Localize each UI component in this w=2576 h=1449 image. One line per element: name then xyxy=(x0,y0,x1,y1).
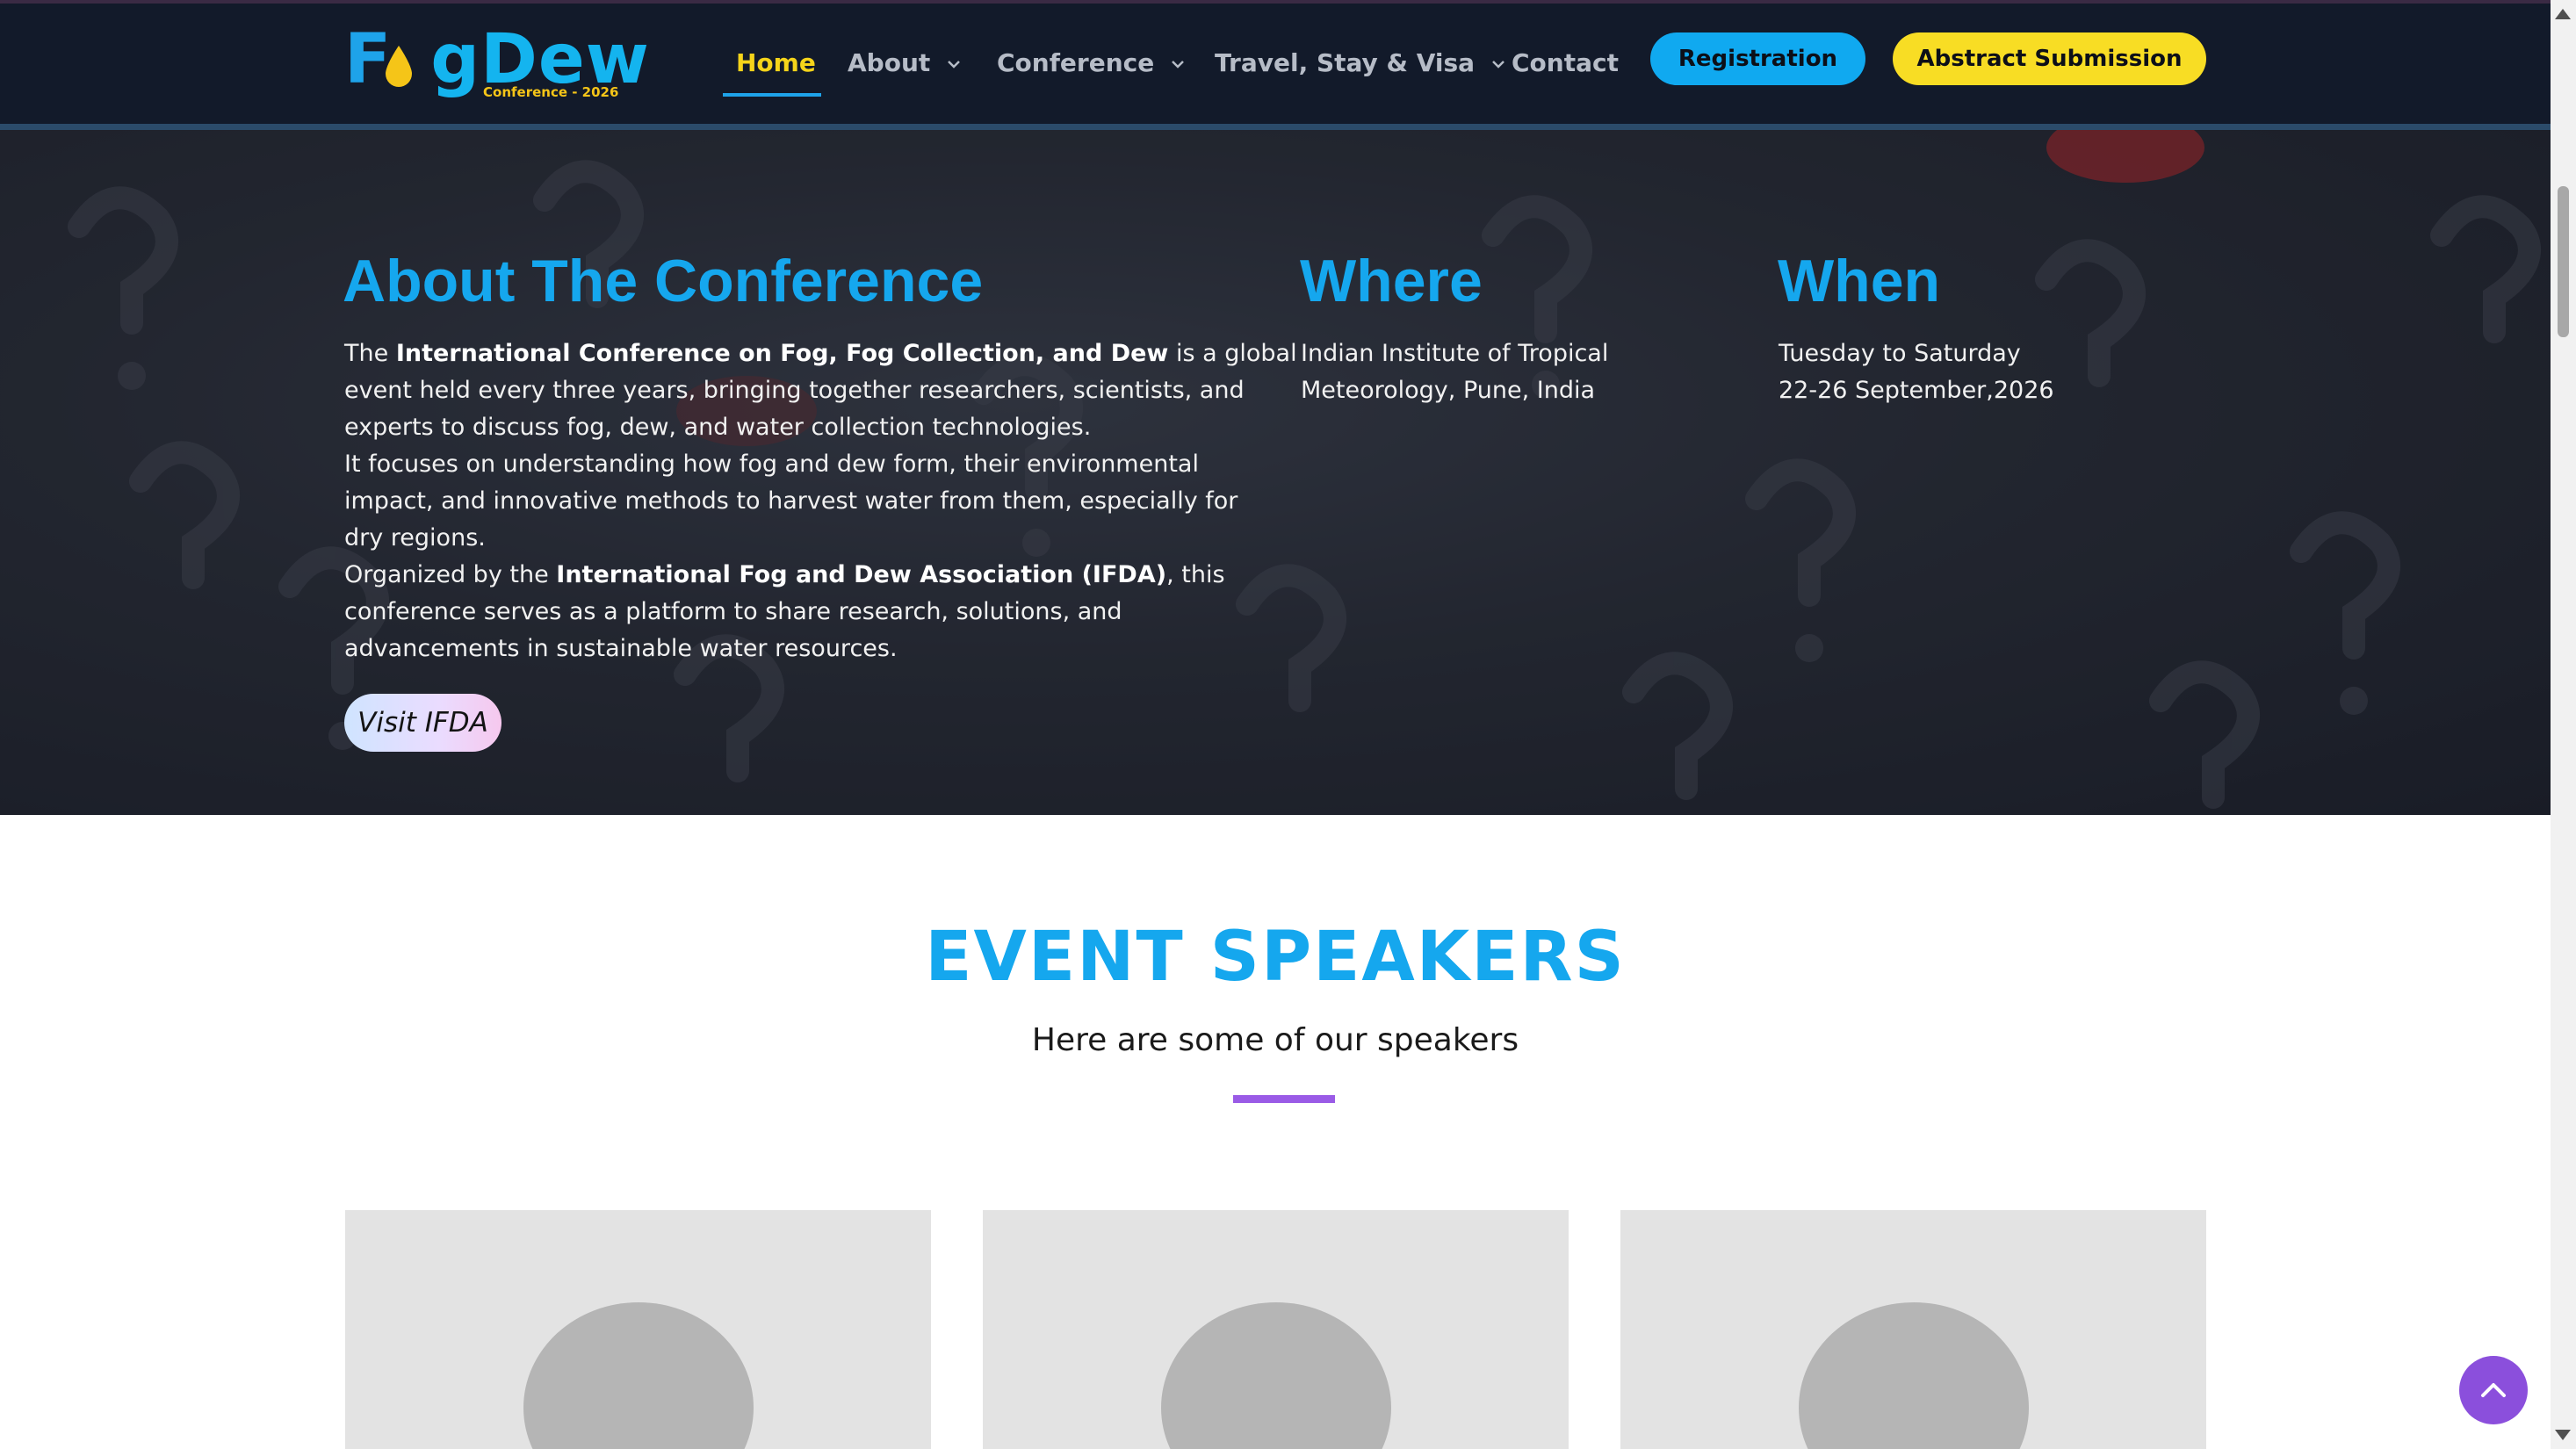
speaker-card[interactable] xyxy=(983,1210,1569,1449)
chevron-up-icon xyxy=(2481,1383,2506,1397)
back-to-top-button[interactable] xyxy=(2459,1356,2528,1424)
nav-conference[interactable]: Conference xyxy=(997,46,1186,81)
when-title: When xyxy=(1778,248,1941,314)
chevron-down-icon xyxy=(948,61,960,68)
nav-home[interactable]: Home xyxy=(723,46,821,97)
about-paragraph-1-line-1: The International Conference on Fog, Fog… xyxy=(344,340,1297,367)
chevron-down-icon xyxy=(1172,61,1184,68)
about-paragraph-1-line-3: experts to discuss fog, dew, and water c… xyxy=(344,414,1092,441)
visit-ifda-button[interactable]: Visit IFDA xyxy=(344,694,501,752)
about-paragraph-1-line-2: event held every three years, bringing t… xyxy=(344,377,1245,404)
speaker-avatar-placeholder xyxy=(1799,1302,2029,1449)
nav-travel-stay-visa[interactable]: Travel, Stay & Visa xyxy=(1215,46,1506,81)
water-drop-icon xyxy=(386,46,412,87)
scroll-up-arrow-icon[interactable] xyxy=(2555,9,2571,19)
registration-button[interactable]: Registration xyxy=(1650,32,1865,85)
about-paragraph-2-line-3: dry regions. xyxy=(344,524,486,551)
about-paragraph-3-line-3: advancements in sustainable water resour… xyxy=(344,635,898,662)
navbar: FgDew Conference - 2026 Home About Confe… xyxy=(0,0,2551,130)
event-speakers-subtitle: Here are some of our speakers xyxy=(1031,1022,1519,1058)
about-conference-title: About The Conference xyxy=(343,248,984,314)
abstract-submission-button[interactable]: Abstract Submission xyxy=(1893,32,2206,85)
where-title: Where xyxy=(1300,248,1483,314)
page-scrollbar[interactable] xyxy=(2551,0,2576,1449)
chevron-down-icon xyxy=(1491,61,1504,68)
where-line-1: Indian Institute of Tropical xyxy=(1301,340,1609,367)
speaker-avatar-placeholder xyxy=(1161,1302,1391,1449)
when-line-1: Tuesday to Saturday xyxy=(1779,340,2021,367)
logo-tagline: Conference - 2026 xyxy=(483,84,619,100)
about-paragraph-3-line-2: conference serves as a platform to share… xyxy=(344,598,1122,625)
active-nav-underline xyxy=(723,93,821,97)
scrollbar-thumb[interactable] xyxy=(2558,186,2569,337)
event-speakers-title: EVENT SPEAKERS xyxy=(925,918,1626,997)
nav-contact[interactable]: Contact xyxy=(1512,46,1619,81)
about-conference-hero: About The Conference The International C… xyxy=(0,130,2551,815)
about-paragraph-3-line-1: Organized by the International Fog and D… xyxy=(344,561,1225,588)
scroll-down-arrow-icon[interactable] xyxy=(2555,1430,2571,1440)
nav-about[interactable]: About xyxy=(848,46,962,81)
about-paragraph-2-line-2: impact, and innovative methods to harves… xyxy=(344,487,1238,515)
speaker-card[interactable] xyxy=(1620,1210,2206,1449)
speaker-avatar-placeholder xyxy=(523,1302,754,1449)
fogdew-logo[interactable]: FgDew Conference - 2026 xyxy=(344,23,649,102)
section-divider xyxy=(1233,1095,1335,1103)
about-paragraph-2-line-1: It focuses on understanding how fog and … xyxy=(344,451,1199,478)
when-line-2: 22-26 September,2026 xyxy=(1779,377,2054,404)
where-line-2: Meteorology, Pune, India xyxy=(1301,377,1596,404)
speaker-card[interactable] xyxy=(345,1210,931,1449)
